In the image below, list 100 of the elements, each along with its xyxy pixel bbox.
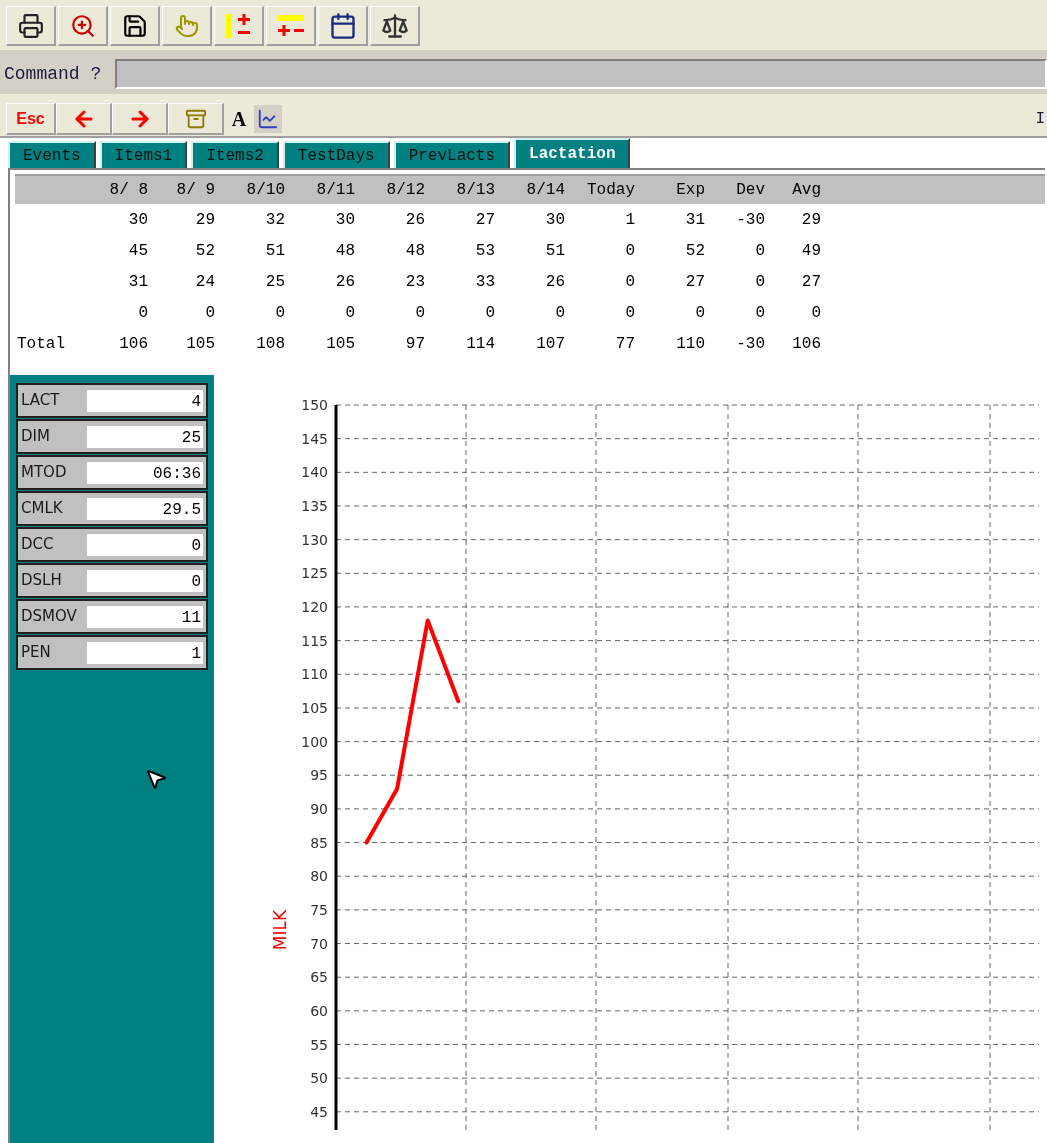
table-cell-text: 32 — [264, 209, 285, 231]
column-header: Exp — [675, 180, 705, 201]
tab[interactable]: Items1 — [99, 141, 188, 168]
zoom-in-icon — [69, 12, 96, 39]
tab[interactable]: Lactation — [514, 138, 631, 168]
y-tick-label: 145 — [301, 430, 328, 447]
tab[interactable]: PrevLacts — [393, 141, 511, 168]
field-value: 29.5 — [87, 497, 203, 520]
table-cell-text: 52 — [684, 240, 705, 262]
column-header: Today — [586, 180, 635, 201]
field-value: 11 — [87, 605, 203, 628]
y-tick-label: 125 — [301, 565, 328, 582]
y-tick-label: 60 — [310, 1002, 328, 1019]
y-tick-label: 45 — [310, 1103, 328, 1120]
field-label: CMLK — [21, 498, 64, 520]
table-cell-text: -30 — [735, 333, 765, 355]
field-label: DCC — [21, 534, 55, 556]
table-cell-text: 1 — [624, 209, 635, 231]
table-cell-text: 25 — [264, 271, 285, 293]
table-cell-text: 0 — [810, 302, 821, 324]
table-cell-text: 107 — [535, 333, 565, 355]
y-tick-label: 105 — [301, 699, 328, 716]
table-cell-text: 26 — [334, 271, 355, 293]
calendar-button[interactable] — [318, 6, 368, 46]
font-button[interactable]: A — [224, 103, 254, 135]
table-cell-text: 30 — [127, 209, 148, 231]
y-tick-label: 140 — [301, 464, 328, 481]
print-button[interactable] — [6, 6, 56, 46]
table-cell-text: 45 — [127, 240, 148, 262]
table-cell-text: 26 — [404, 209, 425, 231]
table-cell-text: 0 — [624, 240, 635, 262]
table-cell-text: 105 — [185, 333, 215, 355]
table-cell-text: 30 — [544, 209, 565, 231]
field-label: PEN — [21, 642, 52, 664]
table-cell-text: 31 — [127, 271, 148, 293]
y-tick-label: 115 — [301, 632, 328, 649]
table-cell-text: 0 — [624, 302, 635, 324]
column-header: 8/10 — [245, 180, 285, 201]
cabinet-icon — [184, 107, 207, 130]
add-column-button[interactable] — [214, 6, 264, 46]
field-value: 06:36 — [87, 461, 203, 484]
table-cell-text: 29 — [194, 209, 215, 231]
table-cell-text: 49 — [800, 240, 821, 262]
chart-button[interactable] — [254, 105, 282, 133]
y-tick-label: 150 — [301, 397, 328, 413]
y-tick-label: 80 — [310, 868, 328, 885]
y-tick-label: 135 — [301, 497, 328, 514]
add-row-button[interactable] — [266, 6, 316, 46]
table-cell-text: 31 — [684, 209, 705, 231]
tab[interactable]: Items2 — [191, 141, 279, 168]
table-cell-text: 29 — [800, 209, 821, 231]
column-header: Avg — [791, 180, 821, 201]
tab[interactable]: Events — [8, 141, 96, 168]
column-header: 8/11 — [315, 180, 355, 201]
command-label: Command ? — [3, 62, 102, 86]
y-tick-label: 100 — [301, 733, 328, 750]
field-label: DSMOV — [21, 606, 78, 628]
pointing-hand-icon — [174, 13, 199, 38]
table-cell-text: 27 — [684, 271, 705, 293]
y-tick-label: 95 — [310, 767, 328, 784]
table-cell-text: 23 — [404, 271, 425, 293]
calendar-icon — [328, 11, 357, 40]
table-cell-text: 52 — [194, 240, 215, 262]
table-cell-text: 77 — [614, 333, 635, 355]
y-tick-label: 75 — [310, 901, 328, 918]
field-value: 25 — [87, 425, 203, 448]
table-cell-text: 27 — [474, 209, 495, 231]
scale-button[interactable] — [370, 6, 420, 46]
table-cell-text: 27 — [800, 271, 821, 293]
save-button[interactable] — [110, 6, 160, 46]
table-cell-text: 105 — [325, 333, 355, 355]
zoom-button[interactable] — [58, 6, 108, 46]
plus-minus-icon — [275, 12, 306, 39]
tab[interactable]: TestDays — [282, 141, 390, 168]
table-cell-text: 0 — [754, 240, 765, 262]
table-cell-text: 106 — [118, 333, 148, 355]
y-tick-label: 65 — [310, 969, 328, 986]
y-tick-label: 55 — [310, 1036, 328, 1053]
field-label: DSLH — [21, 570, 63, 592]
table-cell-text: 33 — [474, 271, 495, 293]
table-cell-text: 0 — [137, 302, 148, 324]
command-input[interactable] — [115, 59, 1047, 89]
line-chart-icon — [257, 108, 279, 130]
table-cell-text: 114 — [465, 333, 495, 355]
table-cell-text: 51 — [264, 240, 285, 262]
column-header: 8/ 8 — [108, 180, 148, 201]
field-value: 1 — [87, 641, 203, 664]
table-cell-text: 0 — [554, 302, 565, 324]
table-cell-text: 106 — [791, 333, 821, 355]
table-cell-text: 48 — [334, 240, 355, 262]
field-value: 0 — [87, 569, 203, 592]
table-cell-text: 53 — [474, 240, 495, 262]
y-tick-label: 85 — [310, 834, 328, 851]
field-label: LACT — [21, 390, 61, 412]
printer-icon — [17, 12, 44, 39]
table-cell-text: 0 — [344, 302, 355, 324]
mouse-cursor-icon — [144, 767, 168, 791]
save-icon — [121, 12, 148, 39]
table-cell-text: 0 — [484, 302, 495, 324]
scale-icon — [380, 11, 409, 40]
